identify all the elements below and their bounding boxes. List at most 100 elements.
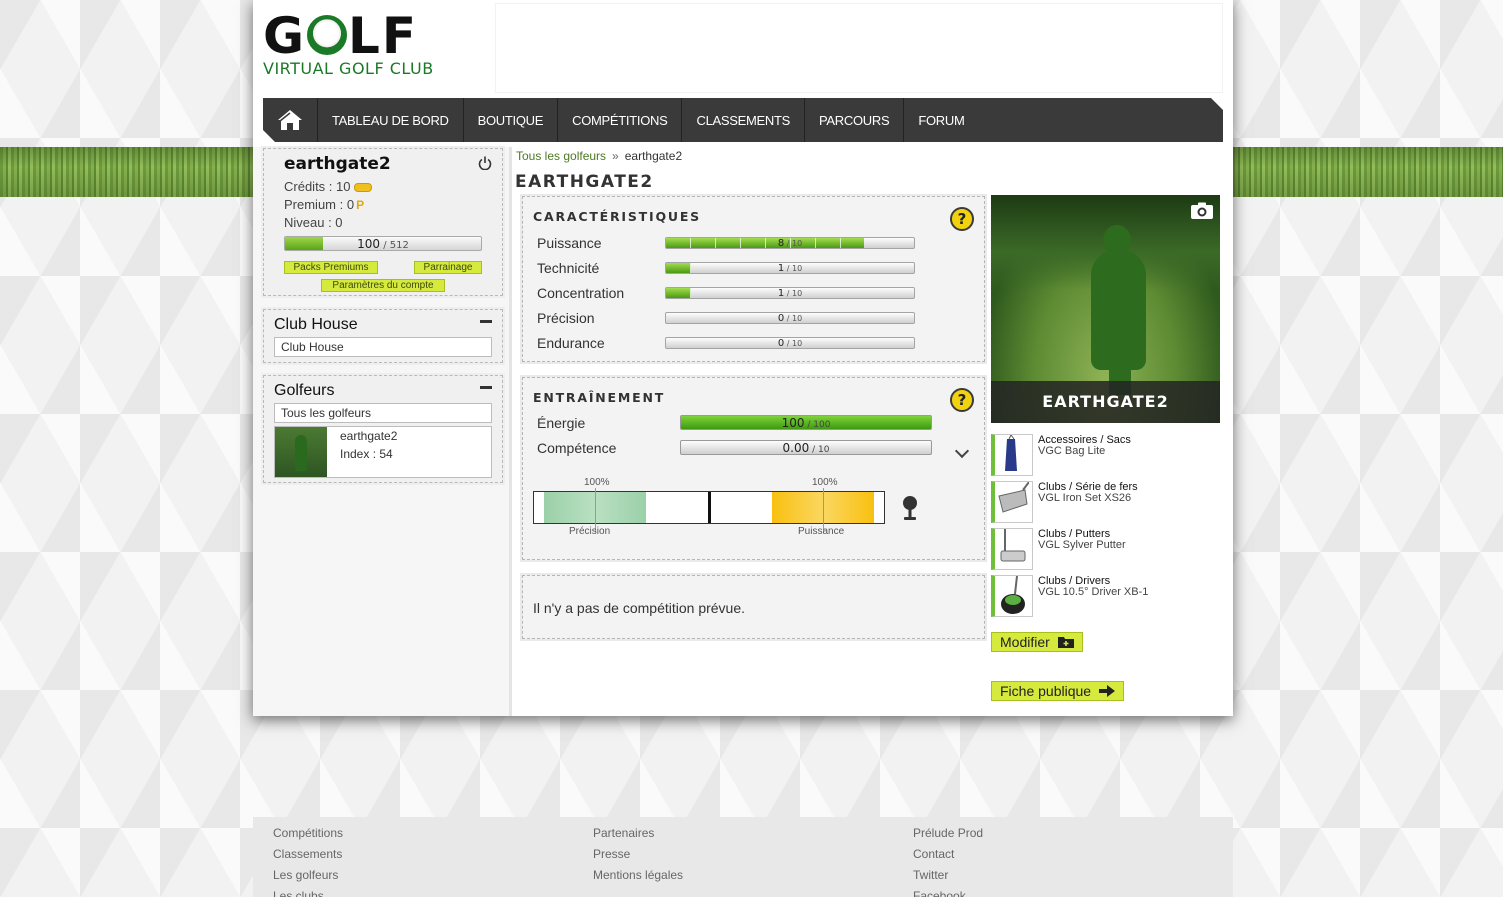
logo-letters-lf: LF — [348, 7, 419, 65]
golf-tee-icon[interactable] — [900, 495, 920, 521]
account-settings-button[interactable]: Paramètres du compte — [321, 279, 445, 292]
footer-link[interactable]: Les clubs — [273, 886, 343, 897]
equipment-item[interactable]: Accessoires / Sacs VGC Bag Lite — [991, 434, 1221, 476]
golfer-card[interactable]: earthgate2 Index : 54 — [274, 426, 492, 478]
help-icon[interactable]: ? — [950, 388, 974, 412]
ad-banner — [495, 3, 1223, 93]
profile-caption: EARTHGATE2 — [991, 381, 1220, 423]
page-container: G LF VIRTUAL GOLF CLUB TABLEAU DE BORD BO… — [253, 0, 1233, 716]
page-title: EARTHGATE2 — [515, 172, 654, 192]
precision-label: Précision — [569, 526, 611, 537]
footer: Compétitions Classements Les golfeurs Le… — [253, 817, 1233, 897]
folder-plus-icon — [1057, 637, 1074, 648]
nav-classements[interactable]: CLASSEMENTS — [682, 98, 805, 142]
premium-text: Premium : 0 — [284, 197, 355, 212]
breadcrumb-current: earthgate2 — [624, 149, 683, 163]
competence-label: Compétence — [537, 440, 617, 456]
driver-icon — [991, 575, 1033, 617]
modifier-label: Modifier — [1000, 634, 1050, 650]
collapse-icon[interactable] — [480, 320, 492, 323]
golfeurs-title: Golfeurs — [274, 382, 335, 399]
precision-percent: 100% — [584, 477, 610, 488]
stat-bar: 8 / 10 — [665, 237, 915, 249]
profile-photo: EARTHGATE2 — [991, 195, 1220, 423]
user-premium: Premium : 0P — [284, 197, 364, 212]
footer-column-1: Compétitions Classements Les golfeurs Le… — [273, 823, 343, 897]
user-name[interactable]: earthgate2 — [284, 154, 391, 174]
golf-ball-icon — [307, 15, 348, 55]
equipment-item[interactable]: Clubs / Drivers VGL 10.5° Driver XB-1 — [991, 575, 1221, 617]
competition-box: Il n'y a pas de compétition prévue. — [522, 575, 985, 639]
breadcrumb-all-golfers[interactable]: Tous les golfeurs — [516, 149, 606, 163]
nav-forum[interactable]: FORUM — [904, 98, 978, 142]
characteristics-title: CARACTÉRISTIQUES — [533, 209, 701, 224]
golfer-silhouette-body — [1091, 250, 1146, 370]
parrainage-button[interactable]: Parrainage — [414, 261, 482, 274]
energy-bar: 100 / 100 — [680, 415, 932, 430]
equipment-name: VGL Iron Set XS26 — [1038, 492, 1132, 504]
packs-premiums-button[interactable]: Packs Premiums — [284, 261, 378, 274]
stat-label: Endurance — [537, 335, 605, 351]
training-title: ENTRAÎNEMENT — [533, 390, 666, 405]
stat-bar: 1 / 10 — [665, 287, 915, 299]
premium-icon: P — [356, 198, 365, 212]
training-box: ENTRAÎNEMENT ? Énergie 100 / 100 Compéte… — [522, 377, 985, 560]
site-logo[interactable]: G LF VIRTUAL GOLF CLUB — [263, 10, 443, 85]
xp-progress-bar: 100 / 512 — [284, 236, 482, 251]
nav-home-button[interactable] — [263, 98, 318, 142]
footer-link[interactable]: Compétitions — [273, 823, 343, 844]
energy-value: 100 / 100 — [781, 416, 831, 430]
club-house-link[interactable]: Club House — [274, 337, 492, 357]
breadcrumb-separator: » — [612, 149, 619, 163]
golfeurs-panel: Golfeurs Tous les golfeurs earthgate2 In… — [263, 375, 503, 483]
footer-column-3: Prélude Prod Contact Twitter Facebook — [913, 823, 983, 897]
camera-icon[interactable] — [1190, 202, 1214, 220]
footer-link[interactable]: Les golfeurs — [273, 865, 343, 886]
equipment-item[interactable]: Clubs / Série de fers VGL Iron Set XS26 — [991, 481, 1221, 523]
public-profile-button[interactable]: Fiche publique — [991, 681, 1125, 701]
club-house-panel: Club House Club House — [263, 309, 503, 363]
equipment-item[interactable]: Clubs / Putters VGL Sylver Putter — [991, 528, 1221, 570]
putter-icon — [991, 528, 1033, 570]
modifier-button[interactable]: Modifier — [991, 632, 1083, 652]
xp-progress-text: 100 / 512 — [357, 237, 409, 251]
swing-meter[interactable] — [533, 488, 885, 532]
collapse-icon[interactable] — [480, 386, 492, 389]
stat-label: Technicité — [537, 260, 600, 276]
main-nav: TABLEAU DE BORD BOUTIQUE COMPÉTITIONS CL… — [263, 98, 1223, 142]
footer-column-2: Partenaires Presse Mentions légales — [593, 823, 683, 886]
logo-subtitle: VIRTUAL GOLF CLUB — [263, 59, 434, 78]
footer-link[interactable]: Twitter — [913, 865, 983, 886]
footer-link[interactable]: Facebook — [913, 886, 983, 897]
footer-link[interactable]: Contact — [913, 844, 983, 865]
footer-link[interactable]: Mentions légales — [593, 865, 683, 886]
footer-link[interactable]: Prélude Prod — [913, 823, 983, 844]
iron-club-icon — [991, 481, 1033, 523]
equipment-name: VGC Bag Lite — [1038, 445, 1106, 457]
club-house-title: Club House — [274, 316, 358, 333]
energy-label: Énergie — [537, 415, 586, 431]
characteristics-box: CARACTÉRISTIQUES ? Puissance 8 / 10 Techni… — [522, 196, 985, 362]
stat-bar: 0 / 10 — [665, 312, 915, 324]
nav-boutique[interactable]: BOUTIQUE — [464, 98, 559, 142]
golfer-card-index: Index : 54 — [340, 447, 393, 461]
nav-competitions[interactable]: COMPÉTITIONS — [558, 98, 683, 142]
logo-letter-g: G — [263, 7, 307, 65]
nav-tableau-de-bord[interactable]: TABLEAU DE BORD — [318, 98, 464, 142]
nav-parcours[interactable]: PARCOURS — [805, 98, 905, 142]
footer-link[interactable]: Presse — [593, 844, 683, 865]
stat-value: 8 / 10 — [777, 238, 803, 249]
puissance-percent: 100% — [812, 477, 838, 488]
puissance-label: Puissance — [798, 526, 845, 537]
footer-link[interactable]: Partenaires — [593, 823, 683, 844]
stat-value: 0 / 10 — [777, 313, 803, 324]
footer-link[interactable]: Classements — [273, 844, 343, 865]
power-icon[interactable] — [478, 156, 492, 170]
breadcrumb: Tous les golfeurs » earthgate2 — [516, 149, 682, 163]
chevron-down-icon[interactable] — [954, 443, 970, 459]
no-competition-message: Il n'y a pas de compétition prévue. — [533, 600, 746, 616]
help-icon[interactable]: ? — [950, 207, 974, 231]
all-golfers-link[interactable]: Tous les golfeurs — [274, 403, 492, 423]
meter-center-line — [708, 492, 711, 523]
competence-value: 0.00 / 10 — [782, 441, 830, 455]
